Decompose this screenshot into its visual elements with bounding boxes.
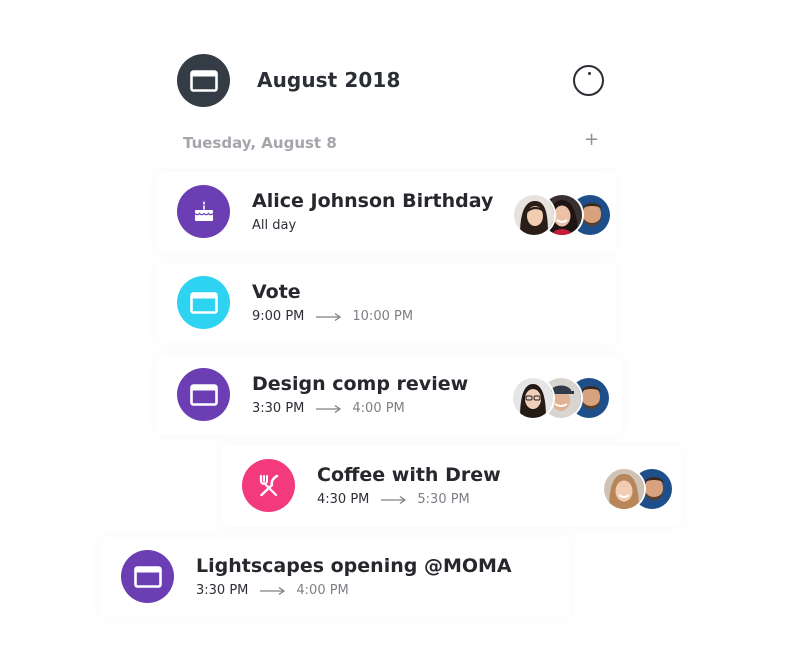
- calendar-icon: [177, 276, 230, 329]
- calendar-icon: [177, 368, 230, 421]
- calendar-icon[interactable]: [177, 54, 230, 107]
- event-time: 3:30 PM 4:00 PM: [196, 583, 349, 598]
- clock-icon[interactable]: [573, 65, 604, 96]
- avatar[interactable]: [602, 467, 646, 511]
- event-title: Design comp review: [252, 373, 469, 395]
- event-title: Lightscapes opening @MOMA: [196, 555, 512, 577]
- event-title: Alice Johnson Birthday: [252, 190, 494, 212]
- event-row-birthday[interactable]: Alice Johnson Birthday All day: [156, 172, 616, 252]
- calendar-icon: [121, 550, 174, 603]
- event-row-lightscapes[interactable]: Lightscapes opening @MOMA 3:30 PM 4:00 P…: [100, 537, 570, 617]
- arrow-right-icon: [316, 404, 342, 413]
- event-end-time: 4:00 PM: [296, 583, 349, 598]
- event-time: 4:30 PM 5:30 PM: [317, 492, 470, 507]
- event-start-time: 3:30 PM: [196, 583, 249, 598]
- event-row-vote[interactable]: Vote 9:00 PM 10:00 PM: [156, 263, 616, 343]
- event-start-time: 4:30 PM: [317, 492, 370, 507]
- event-row-coffee[interactable]: Coffee with Drew 4:30 PM 5:30 PM: [221, 446, 681, 526]
- avatar[interactable]: [511, 376, 555, 420]
- arrow-right-icon: [381, 495, 407, 504]
- event-end-time: 4:00 PM: [352, 401, 405, 416]
- fork-knife-icon: [242, 459, 295, 512]
- event-row-design-review[interactable]: Design comp review 3:30 PM 4:00 PM: [156, 355, 622, 435]
- attendee-avatars: [511, 376, 611, 420]
- event-time: All day: [252, 218, 296, 233]
- attendee-avatars: [512, 193, 612, 237]
- attendee-avatars: [602, 467, 674, 511]
- event-start-time: 3:30 PM: [252, 401, 305, 416]
- month-title: August 2018: [257, 68, 401, 92]
- event-subtitle: All day: [252, 218, 297, 233]
- event-title: Vote: [252, 281, 301, 303]
- arrow-right-icon: [316, 312, 342, 321]
- event-time: 9:00 PM 10:00 PM: [252, 309, 413, 324]
- event-title: Coffee with Drew: [317, 464, 501, 486]
- avatar[interactable]: [512, 193, 556, 237]
- event-end-time: 10:00 PM: [352, 309, 414, 324]
- calendar-panel: August 2018 Tuesday, August 8 + Alice Jo…: [0, 0, 798, 654]
- cake-icon: [177, 185, 230, 238]
- event-time: 3:30 PM 4:00 PM: [252, 401, 405, 416]
- day-label: Tuesday, August 8: [183, 134, 337, 152]
- arrow-right-icon: [260, 586, 286, 595]
- event-end-time: 5:30 PM: [417, 492, 470, 507]
- add-event-button[interactable]: +: [584, 128, 599, 152]
- event-start-time: 9:00 PM: [252, 309, 305, 324]
